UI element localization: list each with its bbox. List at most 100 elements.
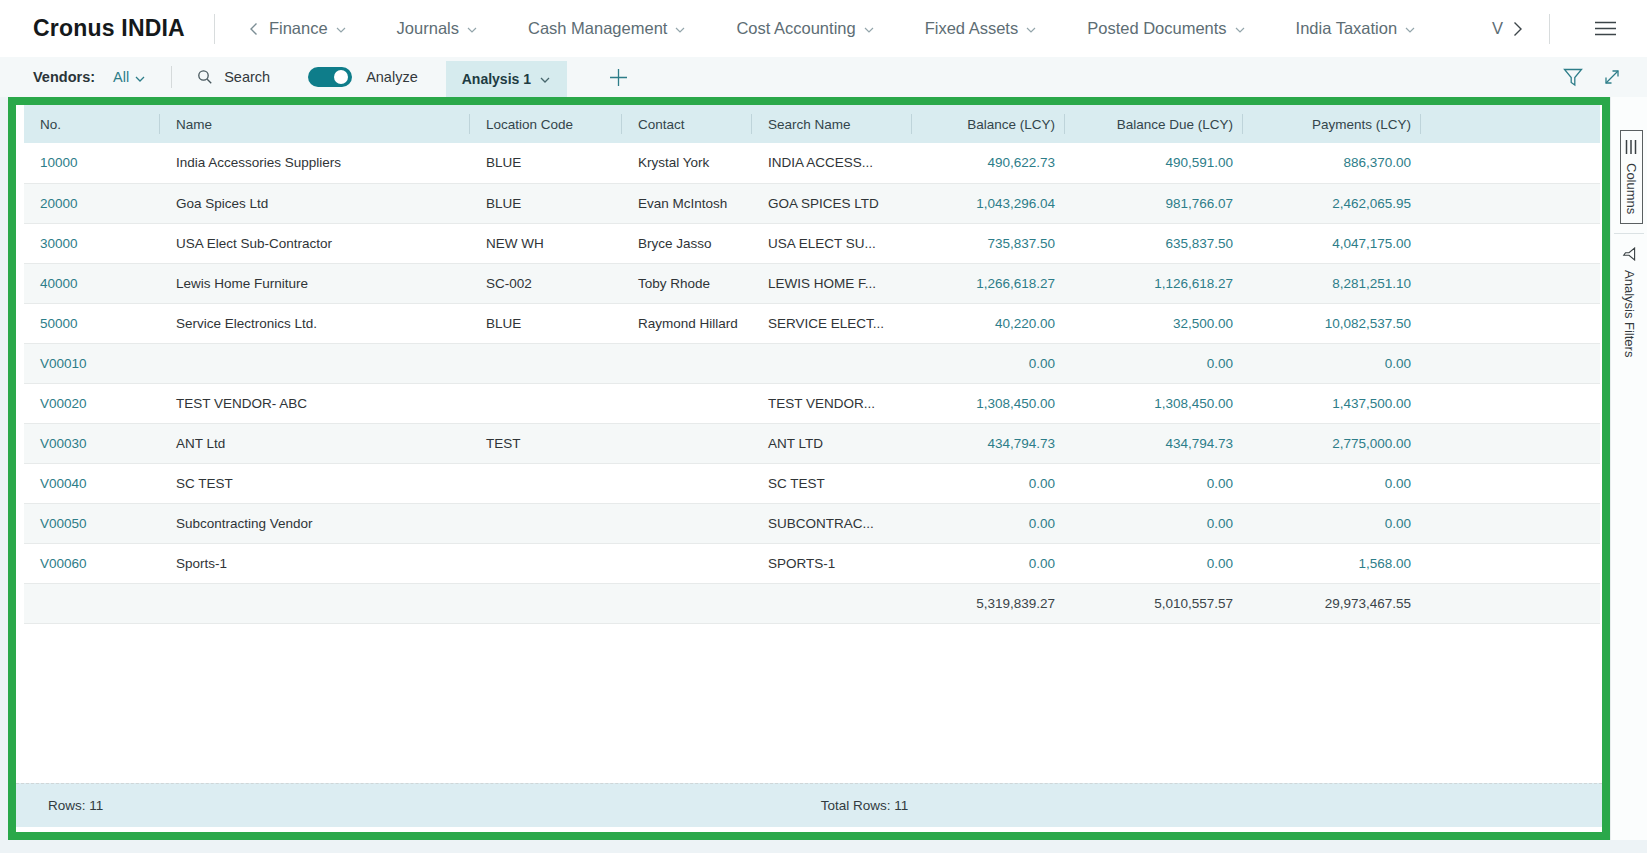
cell-payments: 0.00 <box>1243 503 1421 543</box>
cell-no[interactable]: 30000 <box>24 223 160 263</box>
cell-contact <box>622 423 752 463</box>
cell-filler <box>1421 183 1600 223</box>
table-row[interactable]: 40000Lewis Home FurnitureSC-002Toby Rhod… <box>24 263 1600 303</box>
table-row[interactable]: 10000India Accessories SuppliersBLUEKrys… <box>24 143 1600 183</box>
nav-scroll-left-icon[interactable] <box>247 21 261 37</box>
cell-balance: 40,220.00 <box>912 303 1065 343</box>
cell-balance_due: 1,308,450.00 <box>1065 383 1243 423</box>
table-row[interactable]: 30000USA Elect Sub-ContractorNEW WHBryce… <box>24 223 1600 263</box>
cell-balance: 735,837.50 <box>912 223 1065 263</box>
column-header-no[interactable]: No. <box>24 105 160 143</box>
cell-name: TEST VENDOR- ABC <box>160 383 470 423</box>
table-row[interactable]: 50000Service Electronics Ltd.BLUERaymond… <box>24 303 1600 343</box>
cell-contact <box>622 503 752 543</box>
list-filter-dropdown[interactable]: All <box>113 69 146 85</box>
cell-balance_due: 0.00 <box>1065 543 1243 583</box>
cell-name: Goa Spices Ltd <box>160 183 470 223</box>
hamburger-menu-icon[interactable] <box>1594 20 1617 37</box>
cell-no[interactable]: 40000 <box>24 263 160 303</box>
menu-item-posted-documents[interactable]: Posted Documents <box>1087 19 1245 38</box>
cell-no[interactable]: V00020 <box>24 383 160 423</box>
fullscreen-icon[interactable] <box>1602 67 1622 87</box>
cell-balance_due: 1,126,618.27 <box>1065 263 1243 303</box>
cell-location <box>470 343 622 383</box>
total-location <box>470 583 622 623</box>
table-row[interactable]: V00030ANT LtdTESTANT LTD434,794.73434,79… <box>24 423 1600 463</box>
menu-item-journals[interactable]: Journals <box>397 19 478 38</box>
table-row[interactable]: V00020TEST VENDOR- ABC TEST VENDOR... 1,30… <box>24 383 1600 423</box>
table-row[interactable]: V000100.000.000.00 <box>24 343 1600 383</box>
top-navigation-bar: Cronus INDIA Finance Journals Cash Managem… <box>0 0 1647 57</box>
cell-location: BLUE <box>470 143 622 183</box>
column-header-payments[interactable]: Payments (LCY) <box>1243 105 1421 143</box>
cell-search_name: TEST VENDOR... <box>752 383 912 423</box>
add-analysis-tab-button[interactable] <box>609 68 628 87</box>
cell-balance: 0.00 <box>912 343 1065 383</box>
cell-contact <box>622 463 752 503</box>
total-name <box>160 583 470 623</box>
menu-item-india-taxation[interactable]: India Taxation <box>1296 19 1417 38</box>
analyze-toggle[interactable]: Analyze <box>308 67 418 87</box>
filter-icon[interactable] <box>1563 68 1583 87</box>
table-header-row: No.NameLocation CodeContactSearch NameBa… <box>24 105 1600 143</box>
cell-balance: 1,266,618.27 <box>912 263 1065 303</box>
cell-balance_due: 0.00 <box>1065 343 1243 383</box>
cell-filler <box>1421 303 1600 343</box>
divider <box>171 66 172 88</box>
cell-name: Service Electronics Ltd. <box>160 303 470 343</box>
cell-name: SC TEST <box>160 463 470 503</box>
cell-no[interactable]: V00030 <box>24 423 160 463</box>
cell-contact: Toby Rhode <box>622 263 752 303</box>
cell-no[interactable]: V00060 <box>24 543 160 583</box>
column-header-contact[interactable]: Contact <box>622 105 752 143</box>
cell-search_name: SERVICE ELECT... <box>752 303 912 343</box>
table-row[interactable]: V00040SC TESTSC TEST0.000.000.00 <box>24 463 1600 503</box>
cell-payments: 4,047,175.00 <box>1243 223 1421 263</box>
divider <box>1614 233 1644 234</box>
main-menu: Finance Journals Cash Management Cost Accou… <box>247 19 1466 38</box>
tab-analysis-1[interactable]: Analysis 1 <box>446 61 567 97</box>
menu-item-finance[interactable]: Finance <box>269 19 347 38</box>
search-button[interactable]: Search <box>197 69 270 85</box>
cell-filler <box>1421 423 1600 463</box>
column-header-search_name[interactable]: Search Name <box>752 105 912 143</box>
divider <box>214 14 215 44</box>
analysis-sidebar: Columns Analysis Filters <box>1610 97 1647 840</box>
column-header-name[interactable]: Name <box>160 105 470 143</box>
cell-filler <box>1421 143 1600 183</box>
cell-search_name: ANT LTD <box>752 423 912 463</box>
menu-item-cost-accounting[interactable]: Cost Accounting <box>736 19 874 38</box>
total-balance: 5,319,839.27 <box>912 583 1065 623</box>
column-header-balance_due[interactable]: Balance Due (LCY) <box>1065 105 1243 143</box>
app-title: Cronus INDIA <box>33 15 185 42</box>
cell-no[interactable]: V00050 <box>24 503 160 543</box>
cell-no[interactable]: V00040 <box>24 463 160 503</box>
cell-contact <box>622 383 752 423</box>
cell-location: NEW WH <box>470 223 622 263</box>
cell-search_name: LEWIS HOME F... <box>752 263 912 303</box>
cell-location <box>470 503 622 543</box>
menu-item-overflow[interactable]: V <box>1492 19 1503 38</box>
cell-contact: Raymond Hillard <box>622 303 752 343</box>
column-header-location[interactable]: Location Code <box>470 105 622 143</box>
toggle-switch[interactable] <box>308 67 352 87</box>
nav-scroll-right-icon[interactable] <box>1509 20 1525 38</box>
cell-contact: Krystal York <box>622 143 752 183</box>
analysis-grid-region: No.NameLocation CodeContactSearch NameBa… <box>8 97 1610 840</box>
cell-no[interactable]: 10000 <box>24 143 160 183</box>
table-row[interactable]: V00050Subcontracting VendorSUBCONTRAC...… <box>24 503 1600 543</box>
cell-no[interactable]: 20000 <box>24 183 160 223</box>
column-header-balance[interactable]: Balance (LCY) <box>912 105 1065 143</box>
sidebar-tab-analysis-filters[interactable]: Analysis Filters <box>1619 243 1640 361</box>
menu-item-fixed-assets[interactable]: Fixed Assets <box>925 19 1038 38</box>
cell-name: Subcontracting Vendor <box>160 503 470 543</box>
cell-balance_due: 635,837.50 <box>1065 223 1243 263</box>
cell-name: Sports-1 <box>160 543 470 583</box>
table-row[interactable]: 20000Goa Spices LtdBLUEEvan McIntoshGOA … <box>24 183 1600 223</box>
sidebar-tab-columns[interactable]: Columns <box>1620 130 1643 224</box>
cell-no[interactable]: V00010 <box>24 343 160 383</box>
menu-item-cash-management[interactable]: Cash Management <box>528 19 686 38</box>
cell-no[interactable]: 50000 <box>24 303 160 343</box>
cell-filler <box>1421 503 1600 543</box>
table-row[interactable]: V00060Sports-1SPORTS-10.000.001,568.00 <box>24 543 1600 583</box>
